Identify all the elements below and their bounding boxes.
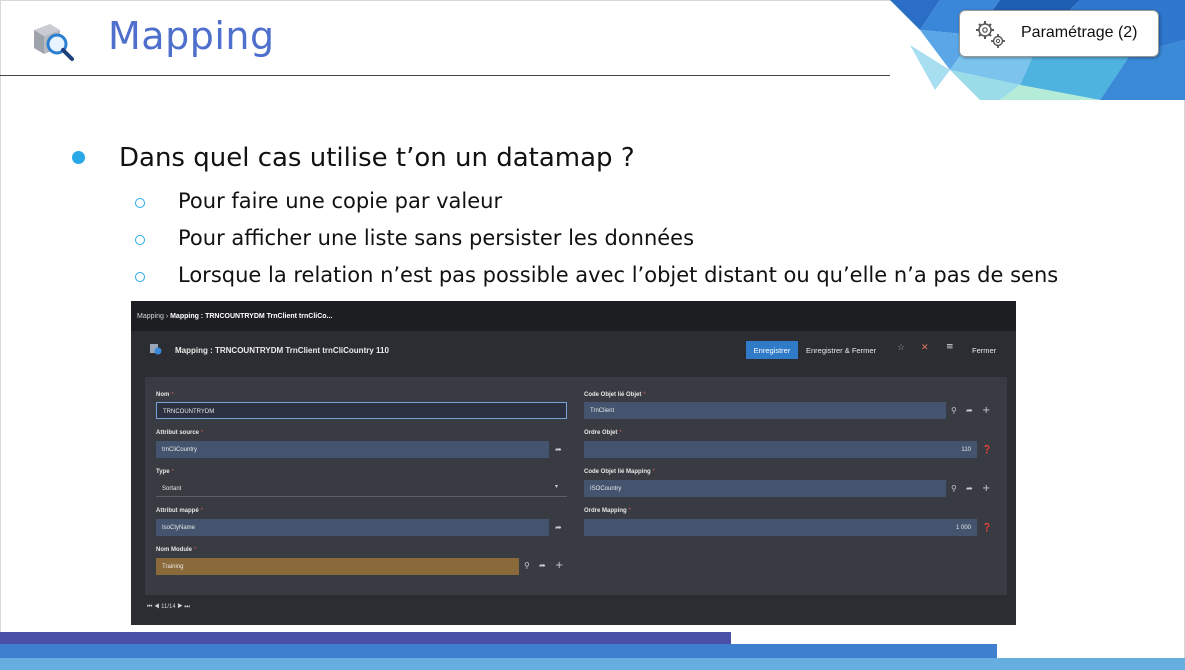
share-icon[interactable]: ➦ [966,484,973,493]
sub-bullet-text: Lorsque la relation n’est pas possible a… [178,263,1059,287]
share-icon[interactable]: ➦ [555,445,562,454]
breadcrumb-current: Mapping : TRNCOUNTRYDM TrnClient trnCliC… [170,313,333,320]
close-icon[interactable]: ✕ [921,343,929,353]
attribut-source-input[interactable]: trnCliCountry [156,441,549,458]
nom-module-input[interactable]: Training [156,558,519,575]
type-select[interactable]: Sortant [156,480,567,497]
plus-icon[interactable]: + [555,560,563,571]
star-icon[interactable]: ☆ [897,343,905,353]
ordre-objet-label: Ordre Objet * [584,430,622,436]
bullet-main-text: Dans quel cas utilise t’on un datamap ? [119,143,635,173]
sub-bullet-dot [135,272,145,282]
save-close-button[interactable]: Enregistrer & Fermer [806,346,876,355]
plus-icon[interactable]: + [982,483,990,494]
plus-icon[interactable]: + [982,405,990,416]
sub-bullet-dot [135,198,145,208]
nom-input[interactable]: TRNCOUNTRYDM [156,402,567,419]
share-icon[interactable]: ➦ [966,406,973,415]
search-icon[interactable]: ⚲ [524,561,530,570]
attribut-source-label: Attribut source * [156,430,204,436]
sub-bullet-text: Pour faire une copie par valeur [178,189,503,213]
type-label: Type * [156,469,174,475]
chevron-down-icon[interactable]: ▾ [555,483,558,490]
code-mapping-input[interactable]: ISOCountry [584,480,946,497]
footer-bar-1 [0,632,731,644]
parametrage-label: Paramétrage (2) [1021,24,1138,41]
nom-module-label: Nom Module * [156,547,197,553]
code-objet-input[interactable]: TrnClient [584,402,946,419]
gear-icon [976,21,1005,48]
ordre-objet-input[interactable]: 110 [584,441,977,458]
ordre-mapping-label: Ordre Mapping * [584,508,632,514]
help-icon[interactable]: ❓ [982,445,992,454]
help-icon[interactable]: ❓ [982,523,992,532]
ordre-mapping-input[interactable]: 1 000 [584,519,977,536]
bullet-dot [72,151,85,164]
next-page-icon[interactable]: ▶ [177,604,182,610]
page-title: Mapping [108,14,275,58]
save-button[interactable]: Enregistrer [746,341,798,359]
attribut-mappe-label: Attribut mappé * [156,508,204,514]
record-title: Mapping : TRNCOUNTRYDM TrnClient trnCliC… [175,346,389,355]
last-page-icon[interactable]: ⏭ [184,604,189,610]
footer-bar-2 [0,644,997,658]
search-icon[interactable]: ⚲ [951,406,957,415]
search-icon[interactable]: ⚲ [951,484,957,493]
title-divider [0,75,890,76]
sub-bullet-text: Pour afficher une liste sans persister l… [178,226,695,250]
mapping-logo-icon [34,24,74,61]
parametrage-button[interactable]: Paramétrage (2) [959,10,1159,57]
footer-bar-3 [0,658,1185,670]
breadcrumb: Mapping › Mapping : TRNCOUNTRYDM TrnClie… [137,313,332,320]
code-objet-label: Code Objet lié Objet * [584,392,646,398]
attribut-mappe-input[interactable]: IsoCtyName [156,519,549,536]
nom-label: Nom * [156,392,174,398]
app-topbar: Mapping › Mapping : TRNCOUNTRYDM TrnClie… [131,301,1016,331]
share-icon[interactable]: ➦ [555,523,562,532]
pager-count: 11/14 [161,604,176,610]
app-screenshot: Mapping › Mapping : TRNCOUNTRYDM TrnClie… [131,301,1016,625]
prev-page-icon[interactable]: ◀ [154,604,159,610]
menu-icon[interactable]: ≡ [946,342,954,352]
mapping-icon [150,344,162,355]
first-page-icon[interactable]: ⏮ [147,604,152,610]
share-icon[interactable]: ➦ [539,561,546,570]
pager: ⏮ ◀ 11/14 ▶ ⏭ [147,604,190,611]
sub-bullet-dot [135,235,145,245]
breadcrumb-root[interactable]: Mapping [137,313,164,320]
close-button[interactable]: Fermer [972,346,996,355]
code-mapping-label: Code Objet lié Mapping * [584,469,656,475]
